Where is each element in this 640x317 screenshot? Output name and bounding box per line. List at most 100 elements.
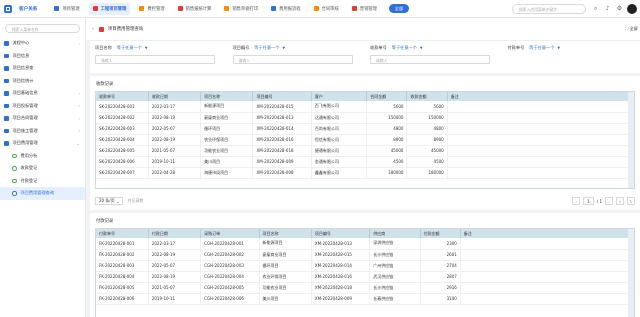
filter-operator-select[interactable]: 等于任意一个 — [254, 45, 279, 51]
sidebar-item-1[interactable]: 项目信息 — [0, 50, 85, 63]
column-header[interactable]: 付款金额 — [420, 229, 461, 238]
column-header[interactable]: 项目编号 — [311, 229, 371, 238]
table-cell: XM-20220428-016 — [311, 271, 371, 283]
tab-5[interactable]: 费用报流程 — [267, 3, 304, 15]
sidebar-item-7[interactable]: 项目施工管理 › — [0, 125, 85, 138]
table-row[interactable]: FK-20220428-003 2022-05-07 CGH-20220428-00… — [96, 260, 635, 272]
scrollbar[interactable] — [628, 229, 634, 317]
filter-input[interactable]: 请输入 — [95, 55, 215, 64]
table-row[interactable]: SK-20220428-001 2022-03-17 新能源项目 XM-2022042… — [96, 101, 635, 113]
caret-down-icon[interactable]: ▼ — [282, 46, 285, 50]
app-icon — [54, 6, 60, 11]
tab-6[interactable]: 合同审核 — [310, 3, 343, 15]
sidebar-item-3[interactable]: 项目信统计 — [0, 75, 85, 88]
column-header[interactable]: 收款单号 — [96, 92, 149, 101]
table-cell: XM-20220428-016 — [252, 134, 312, 146]
column-header[interactable]: 付款日期 — [148, 229, 202, 238]
sidebar-item-label: 项目信统计 — [12, 77, 34, 83]
filter-operator-select[interactable]: 等于任意一个 — [117, 45, 142, 51]
column-header[interactable]: 采购订单 — [200, 229, 260, 238]
search-icon[interactable]: ⌕ — [592, 5, 599, 12]
table-row[interactable]: FK-20220428-002 2022-08-19 CGH-20220428-00… — [96, 249, 635, 261]
refresh-icon[interactable]: ↻ — [627, 197, 635, 205]
column-header[interactable]: 项目编号 — [252, 92, 312, 101]
last-page-button[interactable]: » — [616, 197, 624, 205]
back-arrow-icon[interactable]: ‹ — [92, 26, 94, 32]
gear-icon[interactable]: ⚙ — [616, 5, 623, 12]
menu-search-input[interactable]: 搜索入菜单名称 — [5, 24, 80, 33]
column-header[interactable]: 合同金额 — [366, 92, 408, 101]
table-row[interactable]: SK-20220428-002 2022-08-19 豪厦商业项目 XM-202204… — [96, 112, 635, 124]
table-row[interactable]: FK-20220428-001 2022-03-17 CGH-20220428-00… — [96, 238, 635, 250]
fullscreen-button[interactable]: ⛶ 全屏 — [625, 26, 638, 32]
tab-2[interactable]: 费控管理 — [135, 3, 168, 15]
sidebar-item-10[interactable]: 收款登记 — [0, 162, 85, 175]
column-header[interactable]: 供应商 — [369, 229, 421, 238]
sidebar-item-label: 费用分析 — [20, 152, 38, 158]
table-row[interactable]: SK-20220428-007 2022-04-28 海捷市局项目 XM-202204… — [96, 167, 635, 179]
caret-down-icon[interactable]: ▼ — [145, 46, 148, 50]
column-header[interactable]: 客户 — [311, 92, 368, 101]
filter-operator-select[interactable]: 等于任意一个 — [529, 45, 554, 51]
table-row[interactable]: FK-20220428-005 2021-05-07 CGH-20220428-00… — [96, 282, 635, 294]
sidebar-item-4[interactable]: 项目基础信息 › — [0, 87, 85, 100]
tab-4[interactable]: 销售单据打印 — [220, 3, 262, 15]
sidebar-item-5[interactable]: 项目投标管理 › — [0, 100, 85, 113]
sidebar-item-12[interactable]: 项目费用管理查询 — [0, 187, 85, 200]
table-cell: 长沙供应链 — [369, 249, 421, 261]
table-row[interactable]: SK-20220428-006 2019-10-11 美川项目 XM-20220428… — [96, 156, 635, 168]
app-search-input[interactable]: 搜索入应用菜单关键字 — [512, 4, 586, 14]
tab-0[interactable]: 项目管理 — [50, 3, 83, 15]
column-header[interactable]: 备注 — [460, 229, 635, 238]
page-size-select[interactable]: 20 条/页 ⌄ — [95, 197, 124, 205]
table-row[interactable]: SK-20220428-003 2022-05-07 循环项目 XM-20220428… — [96, 123, 635, 135]
prev-page-button[interactable]: ‹ — [572, 197, 581, 205]
table-cell: XM-20220428-014 — [252, 123, 312, 135]
bell-icon[interactable]: ♪ — [604, 5, 611, 12]
column-header[interactable]: 备注 — [447, 92, 635, 101]
table-cell — [447, 123, 635, 135]
table-cell — [447, 167, 635, 179]
header-row: 收款单号 收款日期 项目名称 项目编号 客户 合同金额 收款金额 备注 — [96, 92, 635, 101]
column-header[interactable]: 项目名称 — [259, 229, 312, 238]
table-row[interactable]: SK-20220428-004 2022-08-19 农业环保项目 XM-202204… — [96, 134, 635, 146]
sidebar-item-8[interactable]: 项目费用管理 ⌄ — [0, 137, 85, 150]
sidebar-item-0[interactable]: 流程中心 ‹ — [0, 37, 85, 50]
table-cell: 功能农业项目 — [259, 282, 312, 294]
sidebar-item-9[interactable]: 费用分析 — [0, 150, 85, 163]
column-header[interactable]: 收款金额 — [406, 92, 448, 101]
tab-label: 工程项目管理 — [100, 6, 127, 12]
next-page-button[interactable]: › — [605, 197, 613, 205]
all-apps-button[interactable]: 全部 — [388, 4, 409, 13]
sidebar-item-11[interactable]: 付款登记 — [0, 175, 85, 188]
sidebar-item-2[interactable]: 项目信息查 — [0, 62, 85, 75]
table-cell: 4500 — [406, 156, 448, 168]
receipts-panel: 收款记录 收款单号 收款日期 项目名称 项目编号 客户 合同金额 收款金额 备注 SK-2022… — [90, 76, 640, 210]
table-cell: 2021-05-07 — [148, 282, 202, 294]
column-header[interactable]: 项目名称 — [200, 92, 254, 101]
table-cell: 2022-05-07 — [148, 123, 202, 135]
table-cell: FK-20220428-002 — [96, 249, 149, 261]
caret-down-icon[interactable]: ▼ — [557, 46, 560, 50]
tab-1[interactable]: 工程项目管理 — [88, 2, 131, 15]
filter-input[interactable]: 请输入 — [370, 55, 490, 64]
avatar[interactable] — [627, 4, 637, 14]
caret-down-icon[interactable]: ▼ — [420, 46, 423, 50]
table-row[interactable]: FK-20220428-006 2019-10-11 CGH-20220428-00… — [96, 293, 635, 305]
tab-7[interactable]: 营销管理 — [348, 3, 381, 15]
filter-input[interactable]: 请输入 — [232, 55, 353, 64]
filter-operator-select[interactable]: 等于任意一个 — [392, 45, 417, 51]
scrollbar[interactable] — [628, 92, 634, 188]
table-row[interactable]: SK-20220428-005 2021-05-07 功能农业项目 XM-202204… — [96, 145, 635, 157]
system-name[interactable]: 客户关系 — [19, 6, 37, 12]
table-row[interactable]: FK-20220428-004 2022-08-19 CGH-20220428-00… — [96, 271, 635, 283]
column-header[interactable]: 付款单号 — [96, 229, 149, 238]
tab-3[interactable]: 销售报统计算 — [174, 3, 216, 15]
page-input[interactable]: 1 — [583, 197, 594, 205]
folder-icon — [4, 41, 9, 46]
app-logo[interactable] — [4, 4, 12, 13]
table-cell: 45000 — [406, 145, 448, 157]
column-header[interactable]: 收款日期 — [148, 92, 202, 101]
sidebar-item-6[interactable]: 项目合同管理 › — [0, 112, 85, 125]
app-icon — [313, 6, 319, 11]
